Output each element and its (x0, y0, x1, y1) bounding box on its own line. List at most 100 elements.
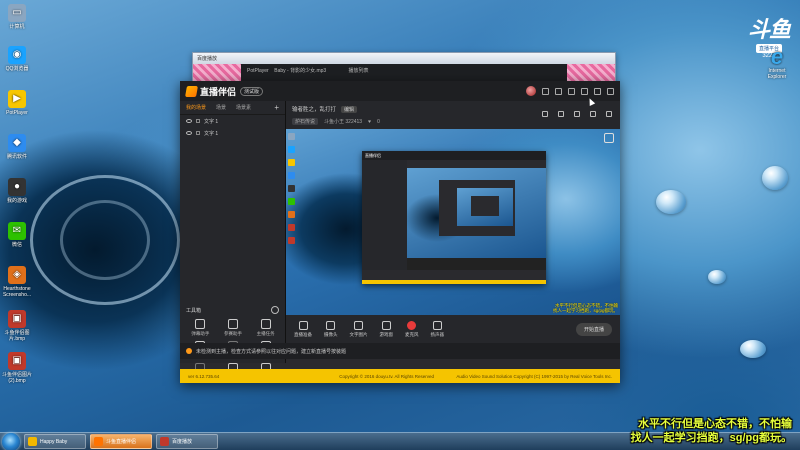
tool-item[interactable]: 主播任务 (249, 319, 282, 337)
app-icon: ▣ (8, 352, 26, 370)
desktop-icon[interactable]: ◆ 腾讯软件 (2, 134, 32, 160)
tab-scene[interactable]: 场景 (216, 104, 226, 111)
tab-my-scene[interactable]: 我的场景 (186, 104, 206, 111)
scene-label: 文字 1 (204, 118, 219, 125)
app-name: 直播伴侣 (200, 86, 237, 97)
audio-credit-text: Audio Video Sound Solution Copyright (C)… (456, 373, 612, 379)
desktop-icon-ie[interactable]: e Internet Explorer (762, 46, 792, 81)
desktop-icon-label: 微信 (11, 242, 22, 248)
taskbar-item[interactable]: 斗鱼直播伴侣 (90, 434, 152, 449)
copyright-text: Copyright © 2016 douyu.tv. All Rights Re… (339, 373, 435, 379)
app-icon: ▭ (8, 4, 26, 22)
bell-icon[interactable] (590, 111, 596, 117)
nested-app-name: 直播伴侣 (365, 152, 381, 158)
preview-logo-icon (604, 133, 614, 143)
desktop-icon-label: 我的游戏 (6, 198, 27, 204)
desktop-icon[interactable]: ● 我的游戏 (2, 178, 32, 204)
source-button[interactable]: 摄像头 (324, 320, 338, 338)
desktop-icon[interactable]: ◉ QQ浏览器 (2, 46, 32, 72)
potplayer-tab[interactable]: PotPlayer (247, 68, 269, 74)
live-preview[interactable]: 直播伴侣 水平不行但是心态不错，不怕输 找人一起学习挡跑，sg/pg都玩。 (286, 129, 620, 315)
scene-item[interactable]: 文字 1 (180, 115, 285, 127)
toolbox-title: 工具箱 (186, 307, 202, 314)
desktop-icon-label: Hearthstone Screensho... (2, 286, 32, 298)
source-label: 文字图片 (349, 331, 368, 337)
go-live-button[interactable]: 开始直播 (575, 322, 612, 336)
subtitle-line-1: 水平不行但是心态不错，不怕输 (638, 418, 792, 430)
lock-icon[interactable] (196, 119, 200, 123)
share-icon[interactable] (606, 111, 612, 117)
water-drop (656, 190, 686, 214)
mic-icon (407, 320, 417, 330)
toolbox-more-icon[interactable] (271, 306, 279, 314)
scene-item[interactable]: 文字 1 (180, 127, 285, 139)
room-id: 斗鱼小王 322413 (324, 119, 363, 125)
desktop-icon[interactable]: ▭ 计算机 (2, 4, 32, 30)
copyright-bar: ver 6.12.735.64 Copyright © 2016 douyu.t… (180, 369, 620, 383)
toolbox-header: 工具箱 (186, 306, 279, 314)
desktop-icon[interactable]: ▣ 斗鱼伴侣图片.bmp (2, 310, 32, 342)
water-splash-ring (60, 200, 150, 280)
potplayer-playlist-label[interactable]: 播放列表 (348, 68, 368, 74)
desktop-icon-label: QQ浏览器 (5, 66, 29, 72)
skin-icon[interactable] (555, 87, 562, 95)
source-button[interactable]: 麦克风 (405, 320, 419, 338)
streaming-app-window[interactable]: 直播伴侣 测试版 我的场景 场景 场景素 + 文字 1 文字 1 工具箱 弹幕助… (180, 81, 620, 383)
source-label: 直播准备 (294, 331, 312, 337)
room-title: 输者胜之，乱打打 (292, 107, 337, 113)
water-drop (762, 166, 788, 190)
eye-icon[interactable] (186, 131, 192, 135)
eye-icon[interactable] (186, 119, 192, 123)
taskbar-label: 百度播放 (172, 439, 193, 445)
tab-scene-material[interactable]: 场景素 (236, 104, 251, 111)
data-icon[interactable] (558, 111, 564, 117)
gift-icon[interactable] (542, 111, 548, 117)
taskbar-item[interactable]: Happy Baby (24, 434, 86, 449)
taskbar-item[interactable]: 百度播放 (156, 434, 218, 449)
desktop-icon[interactable]: ▣ 斗鱼伴侣图片(2).bmp (2, 352, 32, 384)
source-label: 游戏窗 (379, 331, 394, 337)
room-category[interactable]: 炉石传说 (292, 118, 319, 125)
close-icon[interactable] (607, 87, 614, 95)
preview-nested-app: 直播伴侣 (362, 151, 546, 284)
chat-icon[interactable] (574, 111, 580, 117)
add-scene-icon[interactable]: + (274, 103, 279, 112)
preview-subtitle: 水平不行但是心态不错，不怕输 找人一起学习挡跑，sg/pg都玩。 (552, 303, 618, 313)
message-icon[interactable] (542, 87, 549, 95)
start-button[interactable] (2, 432, 20, 450)
desktop-icon-label: PotPlayer (6, 110, 28, 116)
info-bar-icons (542, 111, 612, 117)
desktop-icon-label: Internet Explorer (767, 68, 787, 80)
source-button[interactable]: 扬声器 (431, 320, 444, 338)
source-icon (354, 320, 363, 330)
app-icon: ◉ (8, 46, 26, 64)
menu-icon[interactable] (568, 87, 575, 95)
app-titlebar[interactable]: 直播伴侣 测试版 (180, 81, 620, 101)
source-button[interactable]: 直播准备 (294, 320, 312, 338)
overlay-subtitle: 水平不行但是心态不错，不怕输 找人一起学习挡跑，sg/pg都玩。 (631, 417, 792, 445)
lock-icon[interactable] (196, 131, 200, 135)
version-badge[interactable]: 测试版 (240, 86, 264, 96)
tool-item[interactable]: 弹幕助手 (184, 319, 217, 337)
potplayer-track: Baby - 背影的少女.mp3 (274, 68, 327, 74)
desktop-icon[interactable]: ▶ PotPlayer (2, 90, 32, 116)
desktop-icon[interactable]: ◈ Hearthstone Screensho... (2, 266, 32, 298)
source-button[interactable]: 游戏窗 (379, 320, 394, 338)
tool-icon (260, 319, 271, 329)
source-button[interactable]: 文字图片 (349, 320, 368, 338)
minimize-icon[interactable] (581, 87, 588, 95)
potplayer-title: 百度播放 (197, 56, 218, 62)
tool-item[interactable]: 参赛助手 (217, 319, 250, 337)
avatar[interactable] (526, 86, 536, 96)
scene-label: 文字 1 (204, 130, 219, 137)
water-drop (708, 270, 726, 284)
tool-icon (195, 319, 206, 329)
edit-title-button[interactable]: 编辑 (341, 105, 358, 113)
water-drop (740, 340, 766, 358)
source-icon (432, 320, 442, 330)
desktop-icon[interactable]: ✉ 微信 (2, 222, 32, 248)
app-logo: 直播伴侣 (185, 85, 237, 98)
room-info-bar: 输者胜之，乱打打 编辑 炉石传说 斗鱼小王 322413 ♥ 0 (286, 101, 620, 129)
potplayer-titlebar[interactable]: 百度播放 (193, 53, 615, 64)
maximize-icon[interactable] (594, 87, 601, 95)
